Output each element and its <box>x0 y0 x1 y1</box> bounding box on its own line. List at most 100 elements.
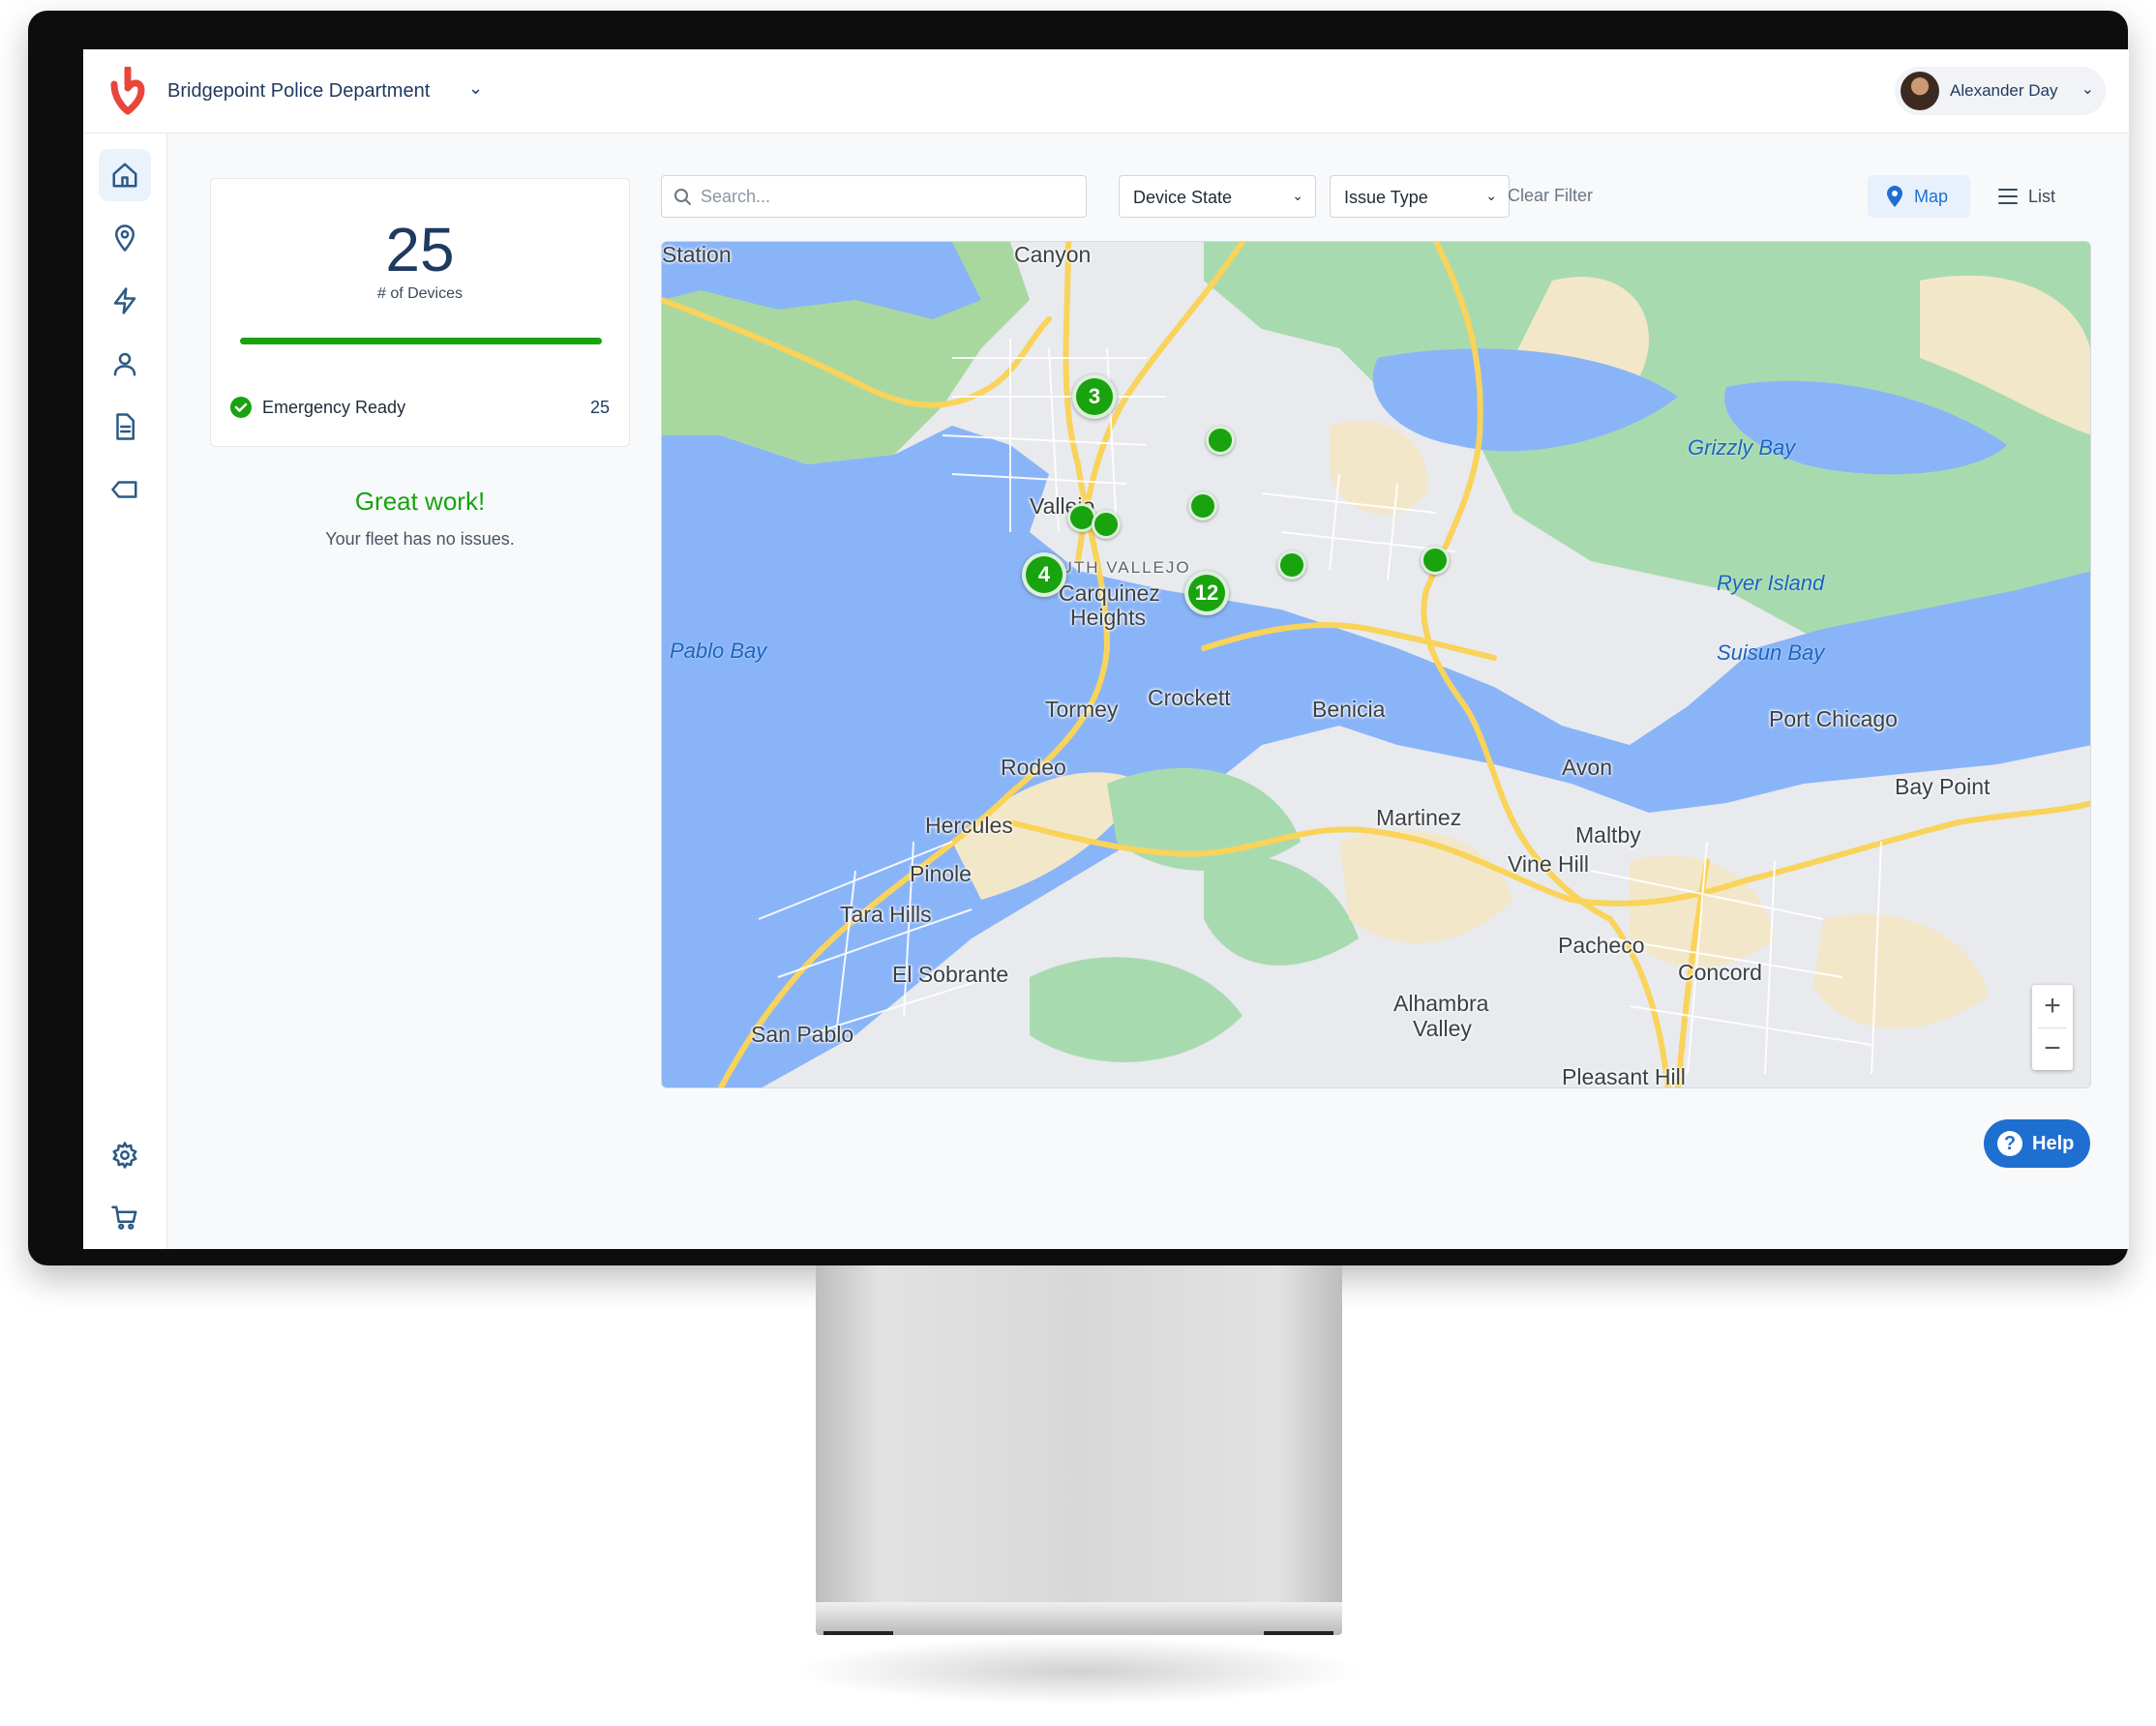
user-icon <box>113 352 136 376</box>
map-label-el-sobrante: El Sobrante <box>892 962 1009 987</box>
sidebar-item-users[interactable] <box>99 338 151 390</box>
map-label-heights: Heights <box>1070 605 1146 630</box>
chevron-down-icon: ⌄ <box>2081 81 2094 98</box>
map-label-crockett: Crockett <box>1148 685 1231 710</box>
map-base-layer <box>662 242 2090 1087</box>
map-label-carquinez: Carquinez <box>1059 580 1160 606</box>
cart-icon <box>111 1205 137 1230</box>
chevron-down-icon[interactable]: ⌄ <box>468 78 483 99</box>
device-count: 25 <box>385 215 455 284</box>
tag-icon <box>111 481 137 498</box>
status-label: Emergency Ready <box>262 398 406 417</box>
device-cluster-marker[interactable]: 3 <box>1072 374 1117 419</box>
map-label-bay-point: Bay Point <box>1895 774 1991 799</box>
device-marker[interactable] <box>1206 426 1235 455</box>
map-label-martinez: Martinez <box>1376 805 1462 830</box>
device-marker[interactable] <box>1188 491 1217 521</box>
success-subtitle: Your fleet has no issues. <box>325 529 515 549</box>
monitor-foot <box>823 1631 893 1635</box>
map-pin-icon <box>1887 186 1902 207</box>
app-screen: Bridgepoint Police Department ⌄ Alexande… <box>83 49 2129 1249</box>
map-label-ryer-island: Ryer Island <box>1717 571 1825 595</box>
device-map[interactable]: Station Canyon Vallejo SOUTH VALLEJO Car… <box>661 241 2091 1088</box>
device-state-select[interactable]: Device State ⌄ <box>1119 175 1316 218</box>
success-title: Great work! <box>354 487 486 516</box>
sidebar-item-tags[interactable] <box>99 463 151 516</box>
zoom-in-button[interactable]: + <box>2032 985 2073 1027</box>
chevron-down-icon: ⌄ <box>1292 188 1303 203</box>
device-cluster-marker[interactable]: 4 <box>1022 552 1066 597</box>
document-icon <box>116 413 135 440</box>
map-label-concord: Concord <box>1678 960 1762 985</box>
sidebar-item-shop[interactable] <box>99 1192 151 1244</box>
top-bar: Bridgepoint Police Department ⌄ Alexande… <box>83 49 2129 134</box>
help-button[interactable]: ? Help <box>1984 1119 2090 1168</box>
map-label-maltby: Maltby <box>1575 822 1641 848</box>
map-label-benicia: Benicia <box>1312 697 1386 722</box>
brand-logo-icon[interactable] <box>108 67 147 115</box>
gear-icon <box>112 1142 137 1169</box>
map-label-canyon: Canyon <box>1014 242 1092 267</box>
map-label-grizzly-bay: Grizzly Bay <box>1688 435 1796 460</box>
zoom-control: + − <box>2032 985 2073 1070</box>
map-label-tara-hills: Tara Hills <box>840 902 932 927</box>
device-marker[interactable] <box>1092 510 1121 539</box>
monitor-frame: Bridgepoint Police Department ⌄ Alexande… <box>28 11 2129 1265</box>
search-input[interactable] <box>701 176 1078 217</box>
device-state-label: Device State <box>1133 188 1233 207</box>
map-label-hercules: Hercules <box>925 813 1013 838</box>
home-icon <box>112 163 137 188</box>
map-view-label: Map <box>1914 187 1949 206</box>
help-label: Help <box>2032 1133 2075 1154</box>
help-icon: ? <box>1997 1131 2022 1156</box>
zoom-out-button[interactable]: − <box>2032 1027 2073 1070</box>
device-marker[interactable] <box>1421 546 1450 575</box>
map-label-station: Station <box>662 242 732 267</box>
map-label-valley: Valley <box>1413 1016 1472 1041</box>
location-pin-icon <box>115 224 135 252</box>
map-label-tormey: Tormey <box>1045 697 1119 722</box>
monitor-stand-base <box>816 1602 1342 1635</box>
lightning-icon <box>113 287 136 314</box>
chevron-down-icon: ⌄ <box>1485 188 1497 203</box>
map-label-pinole: Pinole <box>910 861 972 886</box>
sidebar-item-settings[interactable] <box>99 1129 151 1181</box>
device-count-label: # of Devices <box>376 285 464 302</box>
device-summary-card: 25 # of Devices Emergency Ready 25 <box>210 178 630 447</box>
device-cluster-marker[interactable]: 12 <box>1184 571 1229 615</box>
stand-shadow <box>794 1637 1364 1705</box>
readiness-progress-bar <box>240 338 602 344</box>
monitor-stand <box>816 1265 1342 1606</box>
map-label-alhambra: Alhambra <box>1393 991 1489 1016</box>
status-count: 25 <box>589 398 610 417</box>
map-view-button[interactable]: Map <box>1868 175 1970 218</box>
search-box[interactable] <box>661 175 1087 218</box>
device-marker[interactable] <box>1277 551 1306 580</box>
check-circle-icon <box>230 397 252 418</box>
sidebar-item-activity[interactable] <box>99 275 151 327</box>
map-label-vine-hill: Vine Hill <box>1508 851 1589 877</box>
map-label-suisun-bay: Suisun Bay <box>1717 640 1825 665</box>
readiness-progress-fill <box>240 338 602 344</box>
map-label-pleasant-hill: Pleasant Hill <box>1562 1064 1686 1088</box>
list-view-label: List <box>2028 187 2056 206</box>
org-name[interactable]: Bridgepoint Police Department <box>167 80 430 103</box>
map-label-rodeo: Rodeo <box>1001 755 1066 780</box>
sidebar-item-reports[interactable] <box>99 401 151 453</box>
issue-type-select[interactable]: Issue Type ⌄ <box>1330 175 1510 218</box>
sidebar-item-locations[interactable] <box>99 212 151 264</box>
user-name: Alexander Day <box>1950 81 2058 100</box>
map-label-pacheco: Pacheco <box>1558 933 1645 958</box>
search-icon <box>674 189 691 205</box>
map-label-avon: Avon <box>1562 755 1613 780</box>
sidebar-item-home[interactable] <box>99 149 151 201</box>
map-label-port-chicago: Port Chicago <box>1769 706 1898 731</box>
avatar <box>1901 72 1939 110</box>
monitor-foot <box>1264 1631 1333 1635</box>
list-icon <box>1998 189 2018 204</box>
sidebar <box>83 134 167 1249</box>
user-menu[interactable]: Alexander Day ⌄ <box>1895 67 2106 115</box>
clear-filter-button[interactable]: Clear Filter <box>1508 186 1593 206</box>
issue-type-label: Issue Type <box>1344 188 1428 207</box>
list-view-button[interactable]: List <box>1984 175 2071 218</box>
